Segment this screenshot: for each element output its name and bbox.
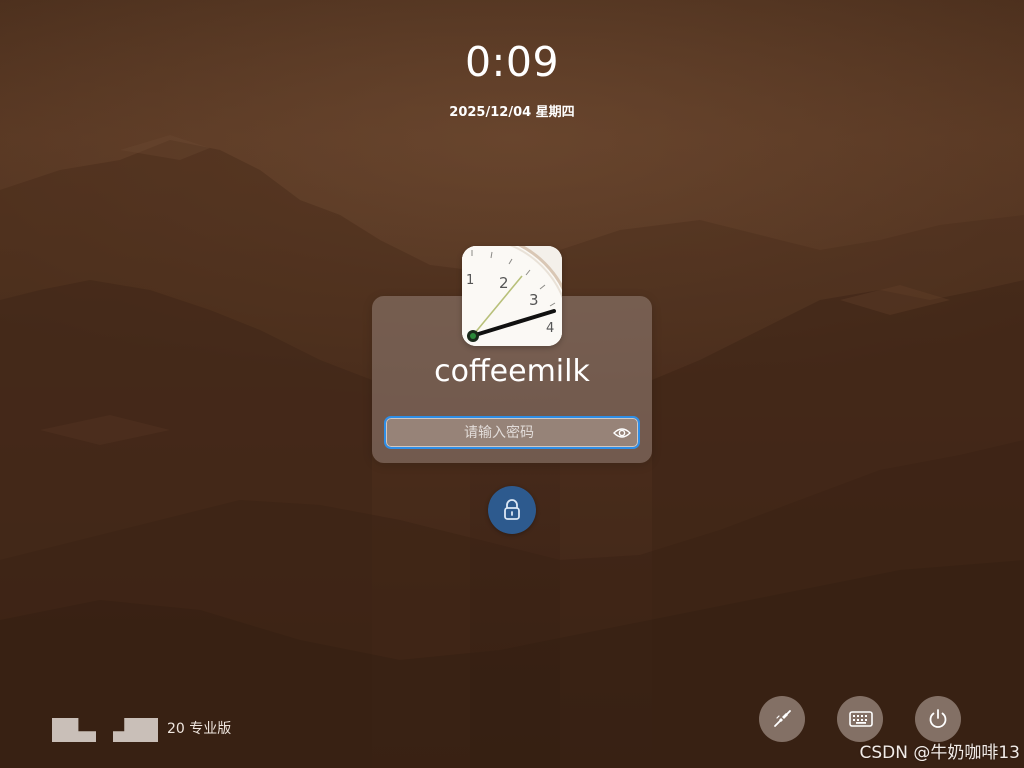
password-field[interactable]: [384, 416, 640, 449]
username-label: coffeemilk: [434, 354, 590, 389]
clock-face-avatar-icon: 1 2 3 4: [462, 246, 562, 346]
network-plug-icon: [774, 710, 791, 727]
watermark-text: CSDN @牛奶咖啡13: [859, 743, 1020, 763]
keyboard-icon: [849, 711, 873, 727]
power-button[interactable]: [915, 696, 961, 742]
edition-label: 20 专业版: [167, 721, 232, 737]
svg-text:4: 4: [546, 321, 554, 336]
clock-date: 2025/12/04 星期四: [449, 105, 575, 120]
svg-text:2: 2: [499, 274, 509, 292]
power-icon: [929, 709, 947, 728]
clock-time: 0:09: [464, 38, 560, 86]
lock-icon: [504, 499, 520, 520]
password-input[interactable]: [386, 418, 638, 447]
eye-icon[interactable]: [613, 425, 631, 441]
user-avatar[interactable]: 1 2 3 4: [462, 246, 562, 346]
keyboard-button[interactable]: [837, 696, 883, 742]
svg-text:1: 1: [466, 273, 474, 288]
svg-text:3: 3: [529, 291, 539, 309]
unlock-button[interactable]: [488, 486, 536, 534]
network-button[interactable]: [759, 696, 805, 742]
